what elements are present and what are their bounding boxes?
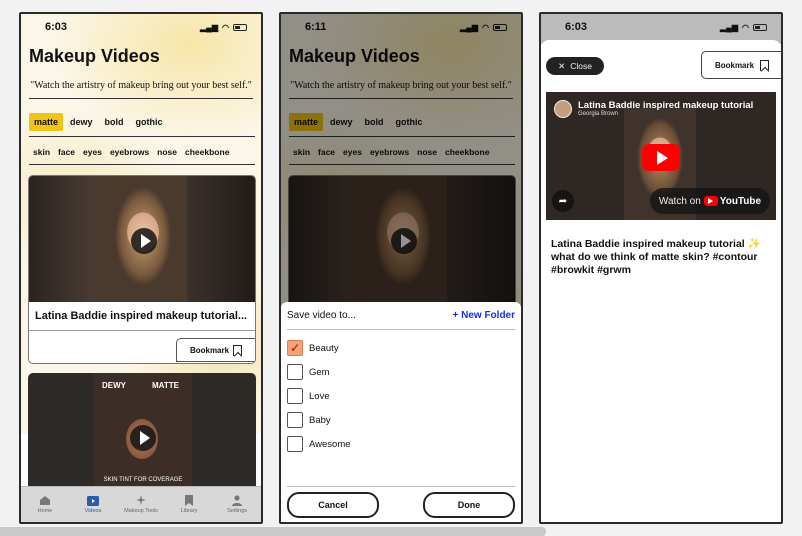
youtube-player[interactable]: Latina Baddie inspired makeup tutorial G… <box>546 92 776 220</box>
status-bar: 6:03 ▂▄▆ ◠ <box>45 20 247 34</box>
video-description: Latina Baddie inspired makeup tutorial ✨… <box>551 238 761 276</box>
play-icon[interactable] <box>131 228 157 254</box>
video-thumbnail[interactable] <box>29 176 255 302</box>
thumb-label-dewy: DEWY <box>102 381 126 390</box>
tag-nose[interactable]: nose <box>157 147 177 157</box>
page-quote: "Watch the artistry of makeup bring out … <box>29 80 253 99</box>
folder-option-love[interactable]: Love <box>287 388 330 404</box>
video-icon <box>87 495 99 506</box>
cancel-button[interactable]: Cancel <box>287 492 379 518</box>
tag-cheekbone[interactable]: cheekbone <box>185 147 229 157</box>
bookmark-icon <box>233 344 243 356</box>
checkbox-checked[interactable]: ✓ <box>287 340 303 356</box>
youtube-logo: YouTube <box>703 196 761 207</box>
wifi-icon: ◠ <box>742 22 749 32</box>
tag-eyebrows[interactable]: eyebrows <box>110 147 149 157</box>
folder-option-baby[interactable]: Baby <box>287 412 331 428</box>
phone-video-detail-screen: 6:03 ▂▄▆ ◠ ✕ Close Bookmark Latina Baddi… <box>539 12 783 524</box>
bookmark-icon <box>760 59 770 71</box>
battery-icon <box>753 23 767 31</box>
finish-filter: matte dewy bold gothic <box>29 113 255 137</box>
folder-option-beauty[interactable]: ✓ Beauty <box>287 340 339 356</box>
save-video-sheet: Save video to... + New Folder ✓ Beauty G… <box>281 302 521 522</box>
signal-icon: ▂▄▆ <box>720 22 739 32</box>
sheet-heading: Save video to... <box>287 310 356 321</box>
checkbox[interactable] <box>287 436 303 452</box>
filter-dewy[interactable]: dewy <box>65 113 98 131</box>
sparkle-icon <box>135 495 147 506</box>
thumb-caption: SKIN TINT FOR COVERAGE <box>103 477 183 483</box>
phone-save-sheet-screen: 6:11 ▂▄▆ ◠ Makeup Videos "Watch the arti… <box>279 12 523 524</box>
wifi-icon: ◠ <box>222 22 229 32</box>
bookmark-button[interactable]: Bookmark <box>176 338 255 362</box>
folder-option-gem[interactable]: Gem <box>287 364 330 380</box>
video-card-2[interactable]: DEWY MATTE SKIN TINT FOR COVERAGE <box>28 373 256 493</box>
tab-makeup-tools[interactable]: Makeup Tools <box>119 495 163 514</box>
tag-filter: skin face eyes eyebrows nose cheekbone <box>29 143 255 165</box>
watch-on-youtube-button[interactable]: Watch on YouTube <box>650 188 770 214</box>
close-button[interactable]: ✕ Close <box>546 57 604 75</box>
player-title[interactable]: Latina Baddie inspired makeup tutorial <box>578 100 753 111</box>
horizontal-scrollbar[interactable] <box>0 527 546 536</box>
youtube-play-icon[interactable] <box>642 144 680 171</box>
filter-bold[interactable]: bold <box>100 113 129 131</box>
checkbox[interactable] <box>287 388 303 404</box>
tab-bar: Home Videos Makeup Tools Library Setting… <box>21 486 261 522</box>
tab-videos[interactable]: Videos <box>71 495 115 514</box>
channel-name[interactable]: Georgia Brown <box>578 111 753 117</box>
video-card[interactable]: Latina Baddie inspired makeup tutorial..… <box>28 175 256 364</box>
new-folder-button[interactable]: + New Folder <box>452 310 515 321</box>
bookmark-icon <box>183 495 195 506</box>
checkbox[interactable] <box>287 412 303 428</box>
status-time: 6:03 <box>45 21 68 33</box>
tab-settings[interactable]: Settings <box>215 495 259 514</box>
thumb-label-matte: MATTE <box>152 381 179 390</box>
youtube-icon <box>703 196 718 206</box>
signal-icon: ▂▄▆ <box>200 22 219 32</box>
filter-matte[interactable]: matte <box>29 113 64 131</box>
sparkle-icon: ✨ <box>747 238 761 250</box>
share-icon[interactable]: ➦ <box>552 190 574 212</box>
close-icon: ✕ <box>558 60 566 71</box>
person-icon <box>231 495 243 506</box>
tag-face[interactable]: face <box>58 147 75 157</box>
page-title: Makeup Videos <box>29 46 160 66</box>
channel-avatar[interactable] <box>554 100 572 118</box>
status-icons: ▂▄▆ ◠ <box>200 23 247 32</box>
status-bar: 6:03 ▂▄▆ ◠ <box>565 20 767 34</box>
video-title: Latina Baddie inspired makeup tutorial..… <box>35 310 248 322</box>
tag-skin[interactable]: skin <box>33 147 50 157</box>
status-time: 6:03 <box>565 21 588 33</box>
tab-home[interactable]: Home <box>23 495 67 514</box>
checkbox[interactable] <box>287 364 303 380</box>
tab-library[interactable]: Library <box>167 495 211 514</box>
battery-icon <box>233 23 247 31</box>
bookmark-button[interactable]: Bookmark <box>701 51 781 79</box>
video-detail-modal: ✕ Close Bookmark Latina Baddie inspired … <box>541 40 781 522</box>
status-icons: ▂▄▆ ◠ <box>720 23 767 32</box>
bookmark-label: Bookmark <box>189 345 230 355</box>
done-button[interactable]: Done <box>423 492 515 518</box>
play-icon[interactable] <box>130 425 156 451</box>
folder-option-awesome[interactable]: Awesome <box>287 436 351 452</box>
tag-eyes[interactable]: eyes <box>83 147 102 157</box>
filter-gothic[interactable]: gothic <box>131 113 168 131</box>
phone-videos-screen: 6:03 ▂▄▆ ◠ Makeup Videos "Watch the arti… <box>19 12 263 524</box>
home-icon <box>39 495 51 506</box>
